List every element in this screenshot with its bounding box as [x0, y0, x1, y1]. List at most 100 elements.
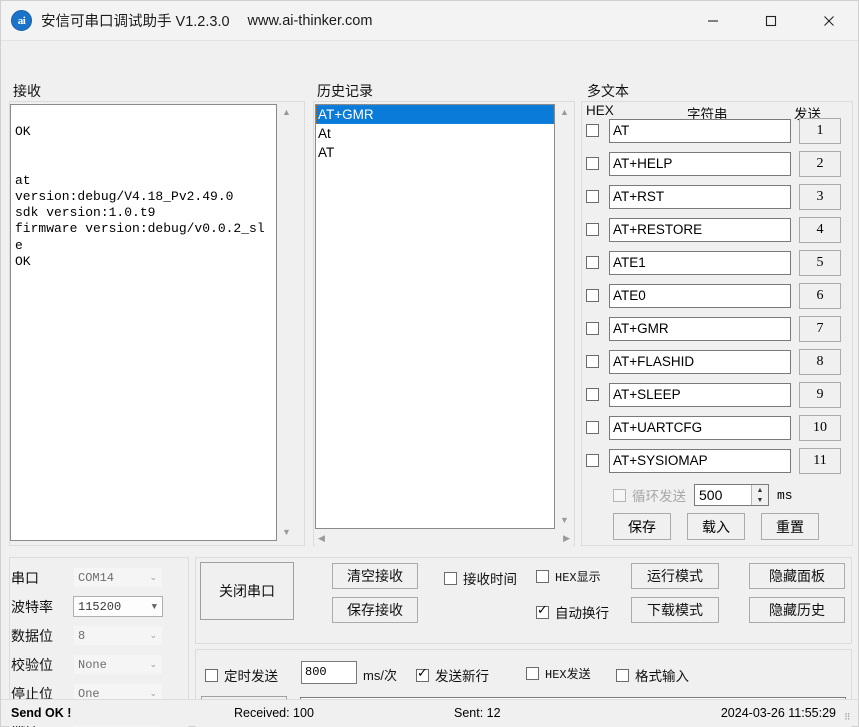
multitext-command-input[interactable]: AT+UARTCFG: [609, 415, 791, 440]
scroll-down-icon[interactable]: ▼: [560, 516, 569, 525]
chevron-down-icon[interactable]: ⌄: [149, 660, 157, 670]
serial-setting-label: 校验位: [11, 656, 53, 673]
multitext-send-button[interactable]: 11: [799, 447, 841, 474]
multitext-hex-checkbox[interactable]: [586, 322, 599, 335]
serial-setting-dropdown[interactable]: None ⌄: [73, 654, 163, 675]
loop-interval-stepper[interactable]: 500 ▲ ▼: [694, 484, 769, 506]
run-mode-button[interactable]: 运行模式: [631, 563, 719, 589]
auto-wrap-label: 自动换行: [555, 606, 609, 621]
receive-textarea[interactable]: OK at version:debug/V4.18_Pv2.49.0 sdk v…: [10, 104, 277, 541]
multitext-send-button[interactable]: 1: [799, 117, 841, 144]
download-mode-button[interactable]: 下载模式: [631, 597, 719, 623]
maximize-icon[interactable]: [742, 1, 800, 41]
multitext-send-button[interactable]: 3: [799, 183, 841, 210]
loop-interval-unit: ms: [777, 487, 793, 503]
scroll-up-icon[interactable]: ▲: [282, 108, 291, 117]
resize-grip-icon[interactable]: ⠿: [844, 713, 854, 723]
auto-wrap-checkbox-row[interactable]: 自动换行: [536, 602, 609, 622]
multitext-send-button[interactable]: 6: [799, 282, 841, 309]
multitext-hex-checkbox[interactable]: [586, 289, 599, 302]
scroll-down-icon[interactable]: ▼: [282, 528, 291, 537]
load-preset-button[interactable]: 载入: [687, 513, 745, 540]
timed-send-checkbox-row[interactable]: 定时发送: [205, 665, 278, 685]
clear-receive-button[interactable]: 清空接收: [332, 563, 418, 589]
multitext-send-button[interactable]: 9: [799, 381, 841, 408]
multitext-command-input[interactable]: AT+FLASHID: [609, 349, 791, 374]
stepper-up-icon[interactable]: ▲: [757, 487, 764, 494]
main-body: 接收 OK at version:debug/V4.18_Pv2.49.0 sd…: [1, 41, 858, 727]
serial-setting-value: COM14: [78, 570, 115, 585]
hide-panel-button[interactable]: 隐藏面板: [749, 563, 845, 589]
serial-setting-dropdown[interactable]: 115200 ▼: [73, 596, 163, 617]
auto-wrap-checkbox[interactable]: [536, 603, 549, 619]
history-item[interactable]: At: [316, 124, 554, 143]
multitext-command-input[interactable]: AT+GMR: [609, 316, 791, 341]
hex-send-checkbox-row[interactable]: HEX发送: [526, 665, 591, 682]
hex-display-checkbox[interactable]: [536, 570, 549, 583]
history-horizontal-scrollbar[interactable]: ◀ ▶: [315, 530, 573, 546]
hex-send-checkbox[interactable]: [526, 667, 539, 680]
close-icon[interactable]: [800, 1, 858, 41]
hex-display-checkbox-row[interactable]: HEX显示: [536, 568, 601, 585]
loop-interval-value: 500: [699, 487, 723, 503]
chevron-down-icon[interactable]: ⌄: [149, 573, 157, 583]
multitext-command-input[interactable]: AT+SYSIOMAP: [609, 448, 791, 473]
multitext-hex-checkbox[interactable]: [586, 223, 599, 236]
history-item[interactable]: AT+GMR: [316, 105, 554, 124]
format-input-checkbox[interactable]: [616, 668, 629, 682]
multitext-hex-checkbox[interactable]: [586, 454, 599, 467]
save-receive-button[interactable]: 保存接收: [332, 597, 418, 623]
chevron-down-icon[interactable]: ⌄: [149, 689, 157, 699]
receive-time-checkbox-row[interactable]: 接收时间: [444, 568, 517, 588]
history-list[interactable]: AT+GMR At AT: [315, 104, 555, 529]
scroll-right-icon[interactable]: ▶: [563, 533, 570, 543]
multitext-send-button[interactable]: 7: [799, 315, 841, 342]
multitext-send-button[interactable]: 10: [799, 414, 841, 441]
multitext-send-button[interactable]: 5: [799, 249, 841, 276]
status-received-count: Received: 100: [234, 706, 314, 720]
chevron-down-icon[interactable]: ▼: [152, 602, 157, 612]
minimize-icon[interactable]: [684, 1, 742, 41]
reset-preset-button[interactable]: 重置: [761, 513, 819, 540]
chevron-down-icon[interactable]: ⌄: [149, 631, 157, 641]
receive-vertical-scrollbar[interactable]: ▲ ▼: [278, 104, 295, 541]
multitext-command-input[interactable]: ATE1: [609, 250, 791, 275]
send-newline-checkbox[interactable]: [416, 666, 429, 682]
multitext-hex-checkbox[interactable]: [586, 256, 599, 269]
stepper-arrows[interactable]: ▲ ▼: [751, 485, 768, 505]
hide-history-button[interactable]: 隐藏历史: [749, 597, 845, 623]
multitext-hex-checkbox[interactable]: [586, 355, 599, 368]
window-controls: [684, 1, 858, 41]
open-close-port-button[interactable]: 关闭串口: [200, 562, 294, 620]
save-preset-button[interactable]: 保存: [613, 513, 671, 540]
multitext-command-input[interactable]: AT: [609, 118, 791, 143]
format-input-checkbox-row[interactable]: 格式输入: [616, 665, 689, 685]
multitext-hex-checkbox[interactable]: [586, 388, 599, 401]
scroll-up-icon[interactable]: ▲: [560, 108, 569, 117]
receive-time-checkbox[interactable]: [444, 571, 457, 585]
serial-setting-dropdown[interactable]: COM14 ⌄: [73, 567, 163, 588]
multitext-send-button[interactable]: 8: [799, 348, 841, 375]
loop-send-checkbox[interactable]: [613, 488, 626, 502]
send-interval-input[interactable]: 800: [301, 661, 357, 684]
multitext-command-input[interactable]: AT+HELP: [609, 151, 791, 176]
multitext-command-input[interactable]: ATE0: [609, 283, 791, 308]
multitext-hex-checkbox[interactable]: [586, 190, 599, 203]
scroll-left-icon[interactable]: ◀: [318, 533, 325, 543]
multitext-hex-checkbox[interactable]: [586, 421, 599, 434]
timed-send-checkbox[interactable]: [205, 668, 218, 682]
multitext-row: AT+HELP 2: [586, 150, 848, 177]
history-item[interactable]: AT: [316, 143, 554, 162]
multitext-command-input[interactable]: AT+RST: [609, 184, 791, 209]
multitext-hex-checkbox[interactable]: [586, 124, 599, 137]
multitext-command-input[interactable]: AT+SLEEP: [609, 382, 791, 407]
multitext-send-button[interactable]: 2: [799, 150, 841, 177]
multitext-command-input[interactable]: AT+RESTORE: [609, 217, 791, 242]
stepper-down-icon[interactable]: ▼: [757, 497, 764, 504]
multitext-hex-checkbox[interactable]: [586, 157, 599, 170]
history-vertical-scrollbar[interactable]: ▲ ▼: [556, 104, 573, 529]
loop-send-label: 循环发送: [632, 489, 686, 504]
multitext-send-button[interactable]: 4: [799, 216, 841, 243]
serial-setting-dropdown[interactable]: 8 ⌄: [73, 625, 163, 646]
send-newline-checkbox-row[interactable]: 发送新行: [416, 665, 489, 685]
